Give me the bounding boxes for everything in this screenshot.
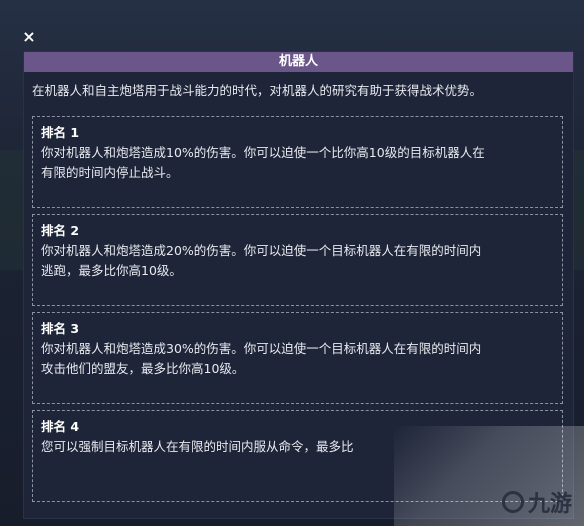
rank-title: 排名 3 <box>41 321 80 336</box>
watermark-text: 九游 <box>527 492 572 517</box>
rank-title: 排名 1 <box>41 125 80 140</box>
watermark-overlay: 九游 <box>394 426 584 526</box>
panel-title: 机器人 <box>24 52 573 72</box>
watermark-logo: 九游 <box>501 486 572 518</box>
panel-intro: 在机器人和自主炮塔用于战斗能力的时代，对机器人的研究有助于获得战术优势。 <box>32 83 483 98</box>
watermark-mark-icon <box>501 491 524 513</box>
rank-text-line: 有限的时间内停止战斗。 <box>41 165 179 180</box>
rank-title: 排名 2 <box>41 223 80 238</box>
rank-card-3: 排名 3 你对机器人和炮塔造成30%的伤害。你可以迫使一个目标机器人在有限的时间… <box>32 312 563 404</box>
rank-text-line: 攻击他们的盟友，最多比你高10级。 <box>41 361 245 376</box>
rank-text-line: 你对机器人和炮塔造成20%的伤害。你可以迫使一个目标机器人在有限的时间内 <box>41 243 482 258</box>
rank-text-line: 逃跑，最多比你高10级。 <box>41 263 182 278</box>
close-icon[interactable]: × <box>20 28 38 46</box>
rank-card-2: 排名 2 你对机器人和炮塔造成20%的伤害。你可以迫使一个目标机器人在有限的时间… <box>32 214 563 306</box>
rank-card-1: 排名 1 你对机器人和炮塔造成10%的伤害。你可以迫使一个比你高10级的目标机器… <box>32 116 563 208</box>
rank-text-line: 你对机器人和炮塔造成30%的伤害。你可以迫使一个目标机器人在有限的时间内 <box>41 341 482 356</box>
rank-text-line: 你对机器人和炮塔造成10%的伤害。你可以迫使一个比你高10级的目标机器人在 <box>41 145 485 160</box>
